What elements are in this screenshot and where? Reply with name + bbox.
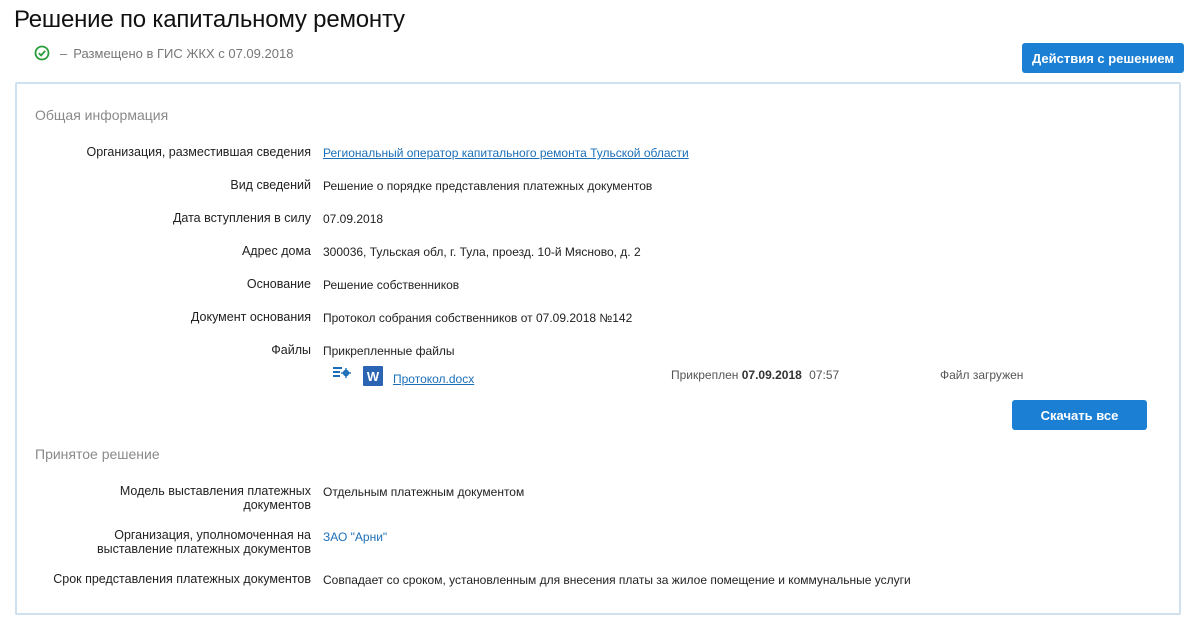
- download-all-button[interactable]: Скачать все: [1012, 400, 1147, 430]
- section-title-general: Общая информация: [35, 107, 169, 123]
- check-circle-icon: [34, 45, 50, 61]
- attached-date: 07.09.2018: [741, 368, 802, 382]
- row-label-effective-date: Дата вступления в силу: [172, 211, 311, 225]
- file-row: W Протокол.docx Прикреплен 07.09.2018 07…: [333, 366, 1053, 388]
- row-label-info-type: Вид сведений: [230, 178, 311, 192]
- file-status: Файл загружен: [940, 368, 1024, 382]
- row-value-organization[interactable]: Региональный оператор капитального ремон…: [323, 146, 689, 160]
- section-title-decision: Принятое решение: [35, 446, 160, 462]
- attached-time: 07:57: [809, 368, 840, 382]
- row-label-authorized-org-line1: Организация, уполномоченная на: [114, 528, 311, 542]
- row-value-files: Прикрепленные файлы: [323, 344, 455, 358]
- page-title: Решение по капитальному ремонту: [14, 6, 405, 33]
- row-value-info-type: Решение о порядке представления платежны…: [323, 179, 653, 193]
- row-value-basis-document: Протокол собрания собственников от 07.09…: [323, 311, 633, 325]
- row-label-billing-model-line2: документов: [243, 498, 311, 512]
- row-label-organization: Организация, разместившая сведения: [86, 145, 311, 159]
- row-value-effective-date: 07.09.2018: [323, 212, 384, 226]
- row-value-billing-model: Отдельным платежным документом: [323, 485, 525, 499]
- row-label-authorized-org: Организация, уполномоченная на выставлен…: [97, 528, 311, 556]
- file-link[interactable]: Протокол.docx: [393, 372, 474, 386]
- row-label-files: Файлы: [271, 343, 311, 357]
- file-attached-info: Прикреплен 07.09.2018 07:57: [671, 368, 839, 382]
- word-icon: W: [363, 366, 383, 386]
- settings-doc-icon[interactable]: [333, 366, 351, 382]
- actions-with-decision-button[interactable]: Действия с решением: [1022, 43, 1184, 73]
- status-line: – Размещено в ГИС ЖКХ с 07.09.2018: [34, 45, 293, 61]
- organization-link[interactable]: Региональный оператор капитального ремон…: [323, 146, 689, 160]
- row-label-address: Адрес дома: [241, 244, 311, 258]
- row-label-billing-deadline: Срок представления платежных документов: [53, 572, 311, 586]
- row-label-billing-model-line1: Модель выставления платежных: [119, 484, 311, 498]
- row-label-authorized-org-line2: выставление платежных документов: [96, 542, 311, 556]
- attached-prefix: Прикреплен: [671, 368, 739, 382]
- authorized-org-link[interactable]: ЗАО "Арни": [323, 530, 387, 544]
- row-label-billing-model: Модель выставления платежных документов: [120, 484, 311, 512]
- row-label-basis-document: Документ основания: [190, 310, 311, 324]
- row-value-authorized-org[interactable]: ЗАО "Арни": [323, 530, 387, 544]
- status-dash: –: [60, 45, 68, 61]
- status-text: Размещено в ГИС ЖКХ с 07.09.2018: [73, 45, 294, 61]
- row-value-basis: Решение собственников: [323, 278, 460, 292]
- row-value-address: 300036, Тульская обл, г. Тула, проезд. 1…: [323, 245, 641, 259]
- row-label-basis: Основание: [246, 277, 311, 291]
- row-value-billing-deadline: Совпадает со сроком, установленным для в…: [323, 573, 911, 587]
